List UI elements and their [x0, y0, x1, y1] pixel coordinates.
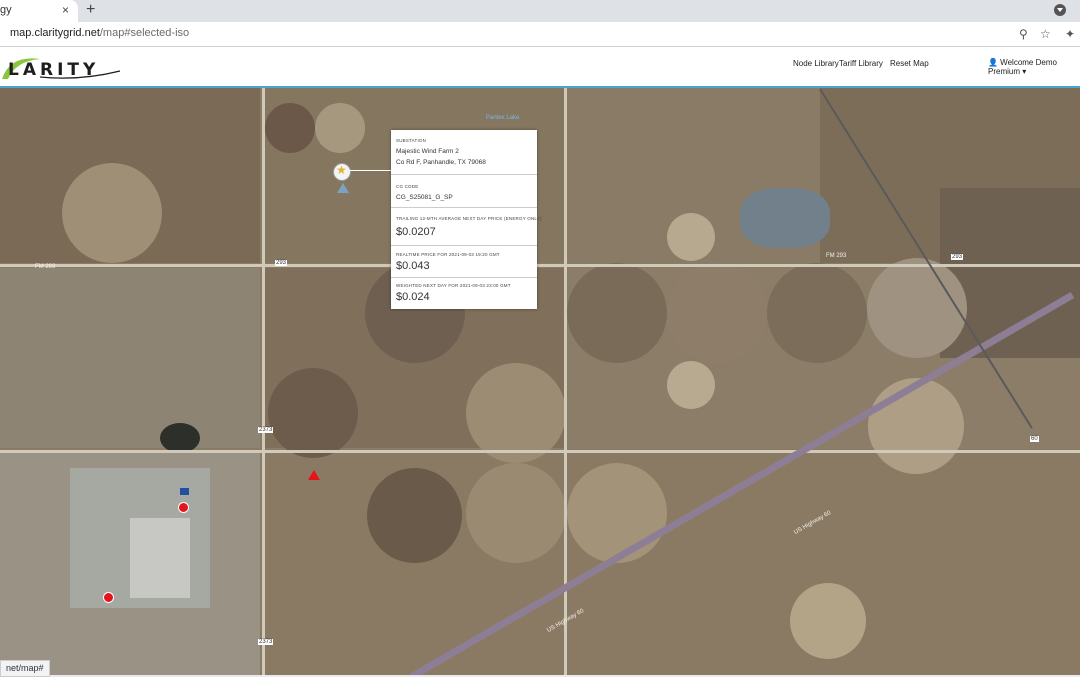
cg-code-value: CG_S25081_G_SP [396, 194, 453, 201]
substation-address: Co Rd F, Panhandle, TX 79068 [396, 159, 486, 166]
node-marker-blue[interactable] [180, 488, 189, 495]
field-patch [0, 268, 260, 448]
crop-circle [567, 463, 667, 563]
road [0, 450, 1080, 453]
route-shield: 60 [1030, 436, 1039, 442]
browser-tab-bar: gy × + [0, 0, 1080, 22]
crop-circle [867, 258, 967, 358]
trailing-price-label: TRAILING 12-mth AVERAGE NEXT DAY PRICE (… [396, 216, 542, 221]
popup-substation-section: SUBSTATION Majestic Wind Farm 2 Co Rd F,… [391, 130, 537, 175]
popup-realtime-section: REALTIME PRICE FOR 2021-09-03 19:20 GMT … [391, 246, 537, 278]
popup-trailing-section: TRAILING 12-mth AVERAGE NEXT DAY PRICE (… [391, 208, 541, 246]
bookmark-star-icon[interactable]: ☆ [1040, 27, 1051, 41]
pond [160, 423, 200, 453]
nav-tariff-library[interactable]: Tariff Library [839, 59, 883, 68]
tab-close-icon[interactable]: × [62, 3, 69, 17]
lake-label: Pantex Lake [486, 115, 520, 121]
road-2373 [262, 88, 265, 675]
url-field[interactable]: map.claritygrid.net/map#selected-iso [10, 27, 189, 39]
lake-water [740, 188, 830, 248]
crop-circle [767, 263, 867, 363]
power-plant-icon[interactable] [337, 183, 349, 193]
satellite-map[interactable]: Pantex Lake FM 293 FM 293 US Highway 60 … [0, 88, 1080, 675]
popup-weighted-section: WEIGHTED NEXT DAY FOR 2021-09-03 23:00 G… [391, 278, 537, 309]
weighted-price-label: WEIGHTED NEXT DAY FOR 2021-09-03 23:00 G… [396, 283, 511, 288]
zoom-icon[interactable]: ⚲ [1019, 27, 1028, 41]
crop-circle [367, 468, 462, 563]
tab-title: gy [0, 4, 12, 16]
route-shield: 2373 [258, 427, 274, 433]
crop-circle [667, 361, 715, 409]
clarity-logo[interactable]: LARITY [0, 51, 130, 83]
crop-circle [567, 263, 667, 363]
popup-cg-code-section: CG CODE CG_S25081_G_SP [391, 175, 537, 208]
road-label: FM 293 [35, 264, 56, 270]
substation-label: SUBSTATION [396, 138, 427, 143]
crop-circle [268, 368, 358, 458]
realtime-price-label: REALTIME PRICE FOR 2021-09-03 19:20 GMT [396, 252, 500, 257]
weighted-price-value: $0.024 [396, 291, 430, 303]
road-fm293 [0, 264, 1080, 267]
extensions-icon[interactable]: ✦ [1065, 27, 1075, 41]
route-shield: 293 [951, 254, 964, 260]
node-marker-red[interactable] [103, 592, 114, 603]
browser-tab[interactable]: gy × [0, 0, 78, 22]
crop-circle [466, 363, 566, 463]
popup-leader-line [349, 170, 391, 171]
nav-reset-map[interactable]: Reset Map [890, 59, 929, 68]
route-shield: 293 [275, 260, 288, 266]
status-url-tooltip: net/map# [0, 660, 50, 677]
crop-circle [466, 463, 566, 563]
node-marker-triangle[interactable] [308, 470, 320, 480]
address-bar[interactable]: map.claritygrid.net/map#selected-iso ⚲ ☆… [0, 22, 1080, 47]
substation-info-popup: SUBSTATION Majestic Wind Farm 2 Co Rd F,… [391, 130, 541, 309]
route-shield: 2373 [258, 639, 274, 645]
user-menu[interactable]: 👤 Welcome Demo Premium ▾ [988, 58, 1080, 76]
crop-circle [790, 583, 866, 659]
crop-circle [868, 378, 964, 474]
crop-circle [315, 103, 365, 153]
crop-circle [667, 213, 715, 261]
node-marker-red[interactable] [178, 502, 189, 513]
nav-node-library[interactable]: Node Library [793, 59, 839, 68]
new-tab-icon[interactable]: + [86, 1, 95, 19]
selected-substation-pin[interactable]: ★ [333, 163, 351, 181]
logo-text: LARITY [8, 60, 100, 80]
substation-name: Majestic Wind Farm 2 [396, 148, 459, 155]
crop-circle [62, 163, 162, 263]
crop-circle [265, 103, 315, 153]
star-icon: ★ [336, 163, 347, 177]
browser-profile-icon[interactable] [1054, 4, 1066, 16]
app-header: LARITY Node Library Tariff Library Reset… [0, 47, 1080, 88]
cg-code-label: CG CODE [396, 184, 419, 189]
url-host: map.claritygrid.net [10, 27, 100, 39]
road-label: FM 293 [826, 253, 847, 259]
crop-circle [667, 263, 767, 363]
facility-buildings [130, 518, 190, 598]
realtime-price-value: $0.043 [396, 260, 430, 272]
url-path: /map#selected-iso [99, 27, 190, 39]
trailing-price-value: $0.0207 [396, 226, 436, 238]
